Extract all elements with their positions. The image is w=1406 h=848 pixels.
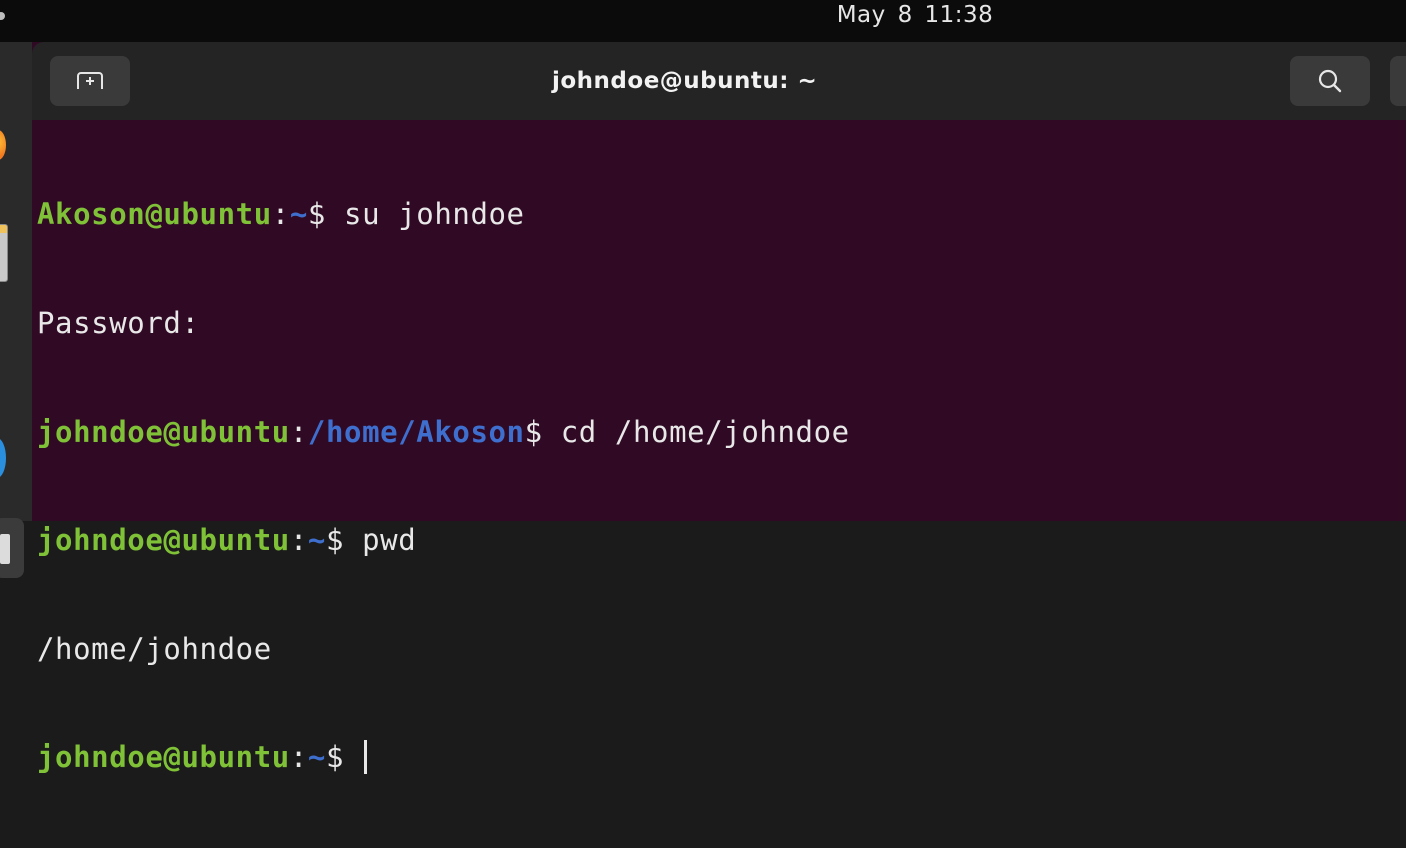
search-button[interactable] [1290,56,1370,106]
prompt-path: ~ [307,523,326,558]
prompt-path: /home/Akoson [307,414,525,449]
new-tab-icon [77,72,103,89]
terminal-line: Password: [37,305,1406,341]
command-text: $ pwd [325,523,417,558]
firefox-icon[interactable] [0,130,6,160]
output-text: /home/johndoe [37,631,272,666]
prompt-user: Akoson@ubuntu [37,197,272,232]
menu-button[interactable] [1390,56,1406,106]
text-cursor [364,740,368,775]
prompt-user: johndoe@ubuntu [37,523,290,558]
terminal-line: johndoe@ubuntu:/home/Akoson$ cd /home/jo… [37,414,850,449]
prompt-path: ~ [289,197,308,232]
files-icon[interactable] [0,224,8,282]
app-store-icon[interactable] [0,438,6,478]
dock [0,42,32,578]
command-text: $ [325,740,363,775]
clock[interactable]: May 8 11:38 [0,0,1406,30]
terminal-line: johndoe@ubuntu:~$ [37,739,1406,775]
prompt-user: johndoe@ubuntu [37,414,290,449]
prompt-path: ~ [307,740,326,775]
command-text: $ su johndoe [307,197,525,232]
window-title: johndoe@ubuntu: ~ [552,68,818,94]
top-bar: May 8 11:38 [0,0,1406,42]
header-bar: johndoe@ubuntu: ~ [32,42,1406,120]
terminal-app-icon[interactable] [0,518,24,578]
prompt-user: johndoe@ubuntu [37,740,290,775]
terminal-line: /home/johndoe [37,631,1406,667]
terminal-output[interactable]: Akoson@ubuntu:~$ su johndoe Password: jo… [37,124,1406,848]
output-text: Password: [37,306,200,340]
command-text: $ cd /home/johndoe [524,414,850,449]
new-tab-button[interactable] [50,56,130,106]
terminal-line: johndoe@ubuntu:~$ pwd [37,523,417,558]
terminal-window: johndoe@ubuntu: ~ Akoson@ubuntu:~$ su jo… [32,42,1406,775]
terminal-line: Akoson@ubuntu:~$ su johndoe [37,197,525,232]
search-icon [1318,69,1342,93]
